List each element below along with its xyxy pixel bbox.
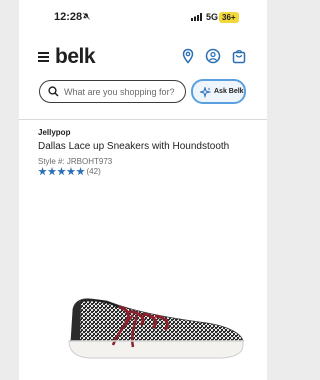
review-count: (42) — [86, 167, 101, 176]
star-icon — [57, 167, 66, 176]
status-time: 12:28 — [54, 11, 83, 23]
ask-belk-button[interactable]: Ask Belk — [191, 79, 246, 104]
product-style-number: Style #: JRBOHT973 — [38, 157, 113, 166]
product-title: Dallas Lace up Sneakers with Houndstooth — [38, 141, 230, 152]
ask-belk-label: Ask Belk — [214, 88, 244, 95]
app-screen: 12:28 5G 36+ belk What are you shopping … — [19, 0, 267, 380]
network-type: 5G — [206, 12, 219, 22]
status-bar: 12:28 5G 36+ — [19, 0, 267, 32]
search-icon — [48, 86, 59, 97]
product-rating[interactable]: (42) — [38, 167, 101, 177]
star-icon — [66, 167, 76, 176]
bell-silent-icon — [82, 12, 90, 21]
menu-icon[interactable] — [38, 52, 49, 62]
search-input[interactable] — [64, 84, 182, 99]
search-row: Ask Belk — [19, 79, 267, 104]
search-box[interactable] — [39, 80, 186, 103]
location-pin-icon[interactable] — [180, 48, 196, 64]
star-icon — [76, 167, 85, 176]
product-brand[interactable]: Jellypop — [38, 128, 70, 137]
shopping-bag-icon[interactable] — [231, 48, 247, 64]
star-icon — [47, 167, 57, 176]
belk-logo[interactable]: belk — [55, 45, 96, 69]
signal-icon — [191, 13, 202, 21]
battery-indicator: 36+ — [219, 12, 239, 23]
product-image[interactable] — [67, 283, 247, 361]
header-divider — [19, 119, 267, 120]
star-icon — [38, 167, 47, 176]
sparkle-icon — [200, 87, 211, 98]
account-icon[interactable] — [205, 48, 221, 64]
site-header: belk — [19, 40, 267, 74]
